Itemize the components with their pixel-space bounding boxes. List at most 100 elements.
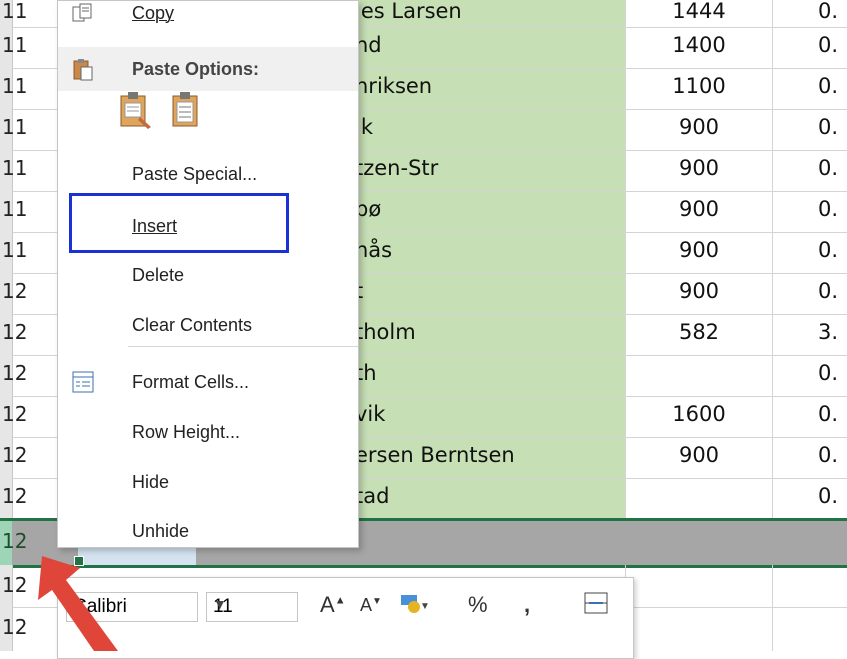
cell-name[interactable]: nås bbox=[355, 238, 392, 262]
row-header[interactable]: 12 bbox=[0, 607, 27, 651]
row-number: 12 bbox=[2, 484, 28, 508]
cell-decimal-value: 0. bbox=[818, 279, 839, 303]
menu-item-row-height[interactable]: Row Height... bbox=[58, 410, 358, 454]
row-header[interactable]: 12 bbox=[0, 437, 27, 478]
cell-decimal-value: 0. bbox=[818, 443, 839, 467]
accounting-format-icon[interactable]: ▼ bbox=[400, 592, 430, 620]
menu-item-unhide[interactable]: Unhide bbox=[58, 509, 358, 553]
cell-number[interactable]: 900 bbox=[625, 273, 773, 314]
context-menu: Copy Paste Options: Paste Special... Ins… bbox=[57, 0, 359, 548]
cell-decimal-value: 0. bbox=[818, 484, 839, 508]
row-header[interactable]: 12 bbox=[0, 273, 27, 314]
row-header[interactable]: 11 bbox=[0, 0, 27, 27]
cell-number[interactable] bbox=[625, 355, 773, 396]
menu-item-label: Format Cells... bbox=[132, 372, 250, 392]
cell-decimal[interactable]: 0. bbox=[771, 273, 847, 314]
font-name-box[interactable]: Calibri ▼ bbox=[66, 592, 198, 622]
row-number: 11 bbox=[2, 156, 28, 180]
cell-number[interactable]: 1444 bbox=[625, 0, 773, 27]
cell-number[interactable]: 900 bbox=[625, 109, 773, 150]
menu-item-label: Row Height... bbox=[132, 422, 241, 442]
menu-item-format-cells[interactable]: Format Cells... bbox=[58, 360, 358, 404]
cell-name[interactable]: ersen Berntsen bbox=[355, 443, 515, 467]
cell-number[interactable]: 1600 bbox=[625, 396, 773, 437]
row-header[interactable]: 11 bbox=[0, 191, 27, 232]
mini-toolbar: Calibri ▼ 11 ▼ A▲ A▼ ▼ % , bbox=[57, 577, 634, 659]
cell-number[interactable]: 900 bbox=[625, 150, 773, 191]
cell-decimal[interactable]: 0. bbox=[771, 478, 847, 519]
cell-number[interactable]: 900 bbox=[625, 191, 773, 232]
cell-number-value: 900 bbox=[678, 279, 720, 303]
row-header[interactable]: 12 bbox=[0, 396, 27, 437]
cell-number[interactable]: 582 bbox=[625, 314, 773, 355]
cell-decimal-value: 0. bbox=[818, 33, 839, 57]
row-number: 11 bbox=[2, 74, 28, 98]
cell-number[interactable]: 900 bbox=[625, 232, 773, 273]
menu-item-clear-contents[interactable]: Clear Contents bbox=[58, 303, 358, 347]
svg-text:▼: ▼ bbox=[420, 601, 430, 612]
row-number: 12 bbox=[2, 443, 28, 467]
cell-decimal[interactable]: 0. bbox=[771, 191, 847, 232]
row-number: 11 bbox=[2, 0, 28, 23]
row-header[interactable]: 11 bbox=[0, 109, 27, 150]
menu-header-paste-options: Paste Options: bbox=[58, 47, 358, 91]
cell-decimal[interactable]: 0. bbox=[771, 150, 847, 191]
cell-number[interactable] bbox=[625, 607, 773, 651]
row-header[interactable]: 11 bbox=[0, 27, 27, 68]
cell-name[interactable]: nriksen bbox=[355, 74, 432, 98]
chevron-down-icon: ▼ bbox=[73, 596, 87, 612]
cell-decimal[interactable]: 0. bbox=[771, 27, 847, 68]
cell-decimal[interactable]: 0. bbox=[771, 437, 847, 478]
selected-row-header[interactable]: 12 bbox=[0, 521, 27, 565]
row-header[interactable]: 12 bbox=[0, 478, 27, 519]
row-header[interactable]: 12 bbox=[0, 355, 27, 396]
cell-decimal-value: 3. bbox=[818, 320, 839, 344]
cell-number[interactable]: 1400 bbox=[625, 27, 773, 68]
chevron-down-icon: ▼ bbox=[213, 596, 227, 612]
cell-name[interactable]: vik bbox=[355, 402, 385, 426]
cell-name[interactable]: tholm bbox=[355, 320, 416, 344]
comma-style-button[interactable]: , bbox=[524, 592, 530, 618]
cell-decimal-value: 0. bbox=[818, 74, 839, 98]
cell-decimal[interactable]: 3. bbox=[771, 314, 847, 355]
cell-number-value: 1600 bbox=[672, 402, 726, 426]
row-header[interactable]: 12 bbox=[0, 314, 27, 355]
cell-number[interactable]: 900 bbox=[625, 437, 773, 478]
cell-number[interactable] bbox=[625, 478, 773, 519]
menu-item-delete[interactable]: Delete bbox=[58, 253, 358, 297]
row-header[interactable]: 11 bbox=[0, 150, 27, 191]
cell-decimal[interactable]: 0. bbox=[771, 232, 847, 273]
font-size-box[interactable]: 11 ▼ bbox=[206, 592, 298, 622]
cell-number[interactable] bbox=[625, 565, 773, 607]
cell-decimal[interactable]: 0. bbox=[771, 109, 847, 150]
cell-decimal[interactable]: 0. bbox=[771, 355, 847, 396]
cell-name[interactable]: ies Larsen bbox=[355, 0, 462, 23]
borders-icon[interactable] bbox=[584, 592, 608, 620]
cell-number-value: 1444 bbox=[672, 0, 726, 23]
menu-item-label: Copy bbox=[132, 3, 175, 23]
row-header[interactable]: 11 bbox=[0, 232, 27, 273]
menu-item-hide[interactable]: Hide bbox=[58, 460, 358, 504]
percent-style-button[interactable]: % bbox=[468, 592, 488, 618]
row-header[interactable]: 12 bbox=[0, 565, 27, 607]
cell-decimal-value: 0. bbox=[818, 156, 839, 180]
row-header[interactable]: 11 bbox=[0, 68, 27, 109]
decrease-font-icon[interactable]: A▼ bbox=[360, 595, 382, 616]
cell-decimal[interactable]: 0. bbox=[771, 68, 847, 109]
menu-separator bbox=[128, 346, 358, 347]
menu-item-label: Delete bbox=[132, 265, 185, 285]
increase-font-icon[interactable]: A▲ bbox=[320, 592, 346, 618]
menu-item-copy[interactable]: Copy bbox=[58, 0, 358, 35]
paste-formatting-icon[interactable] bbox=[118, 91, 154, 135]
cell-name[interactable]: tzen-Str bbox=[355, 156, 438, 180]
cell-decimal-value: 0. bbox=[818, 115, 839, 139]
insert-highlight-box bbox=[69, 193, 289, 253]
menu-item-paste-special[interactable]: Paste Special... bbox=[58, 152, 358, 196]
cell-name[interactable]: tad bbox=[355, 484, 389, 508]
paste-option-icons bbox=[118, 91, 258, 141]
cell-decimal[interactable]: 0. bbox=[771, 0, 847, 27]
cell-number[interactable]: 1100 bbox=[625, 68, 773, 109]
row-number: 12 bbox=[2, 320, 28, 344]
paste-values-icon[interactable] bbox=[170, 91, 202, 135]
cell-decimal[interactable]: 0. bbox=[771, 396, 847, 437]
